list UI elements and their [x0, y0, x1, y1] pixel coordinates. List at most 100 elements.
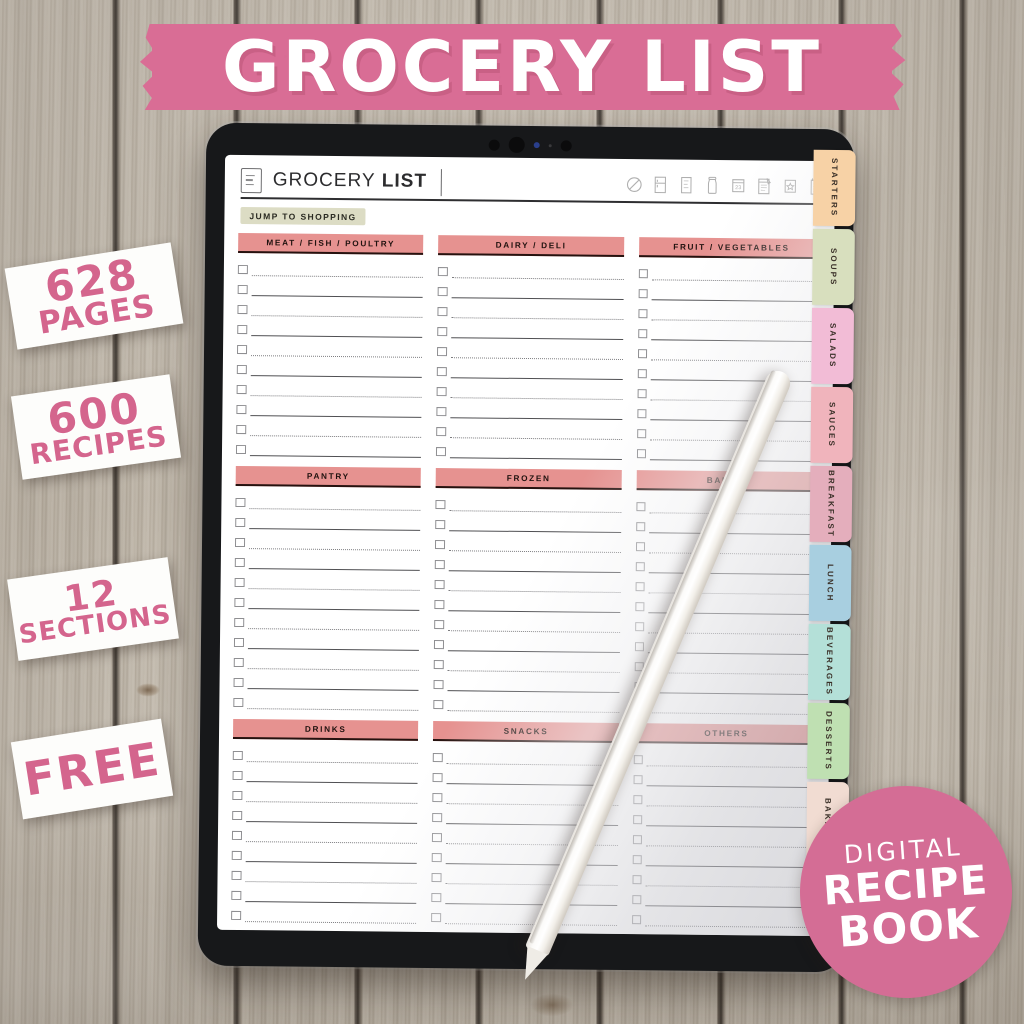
row-checkbox[interactable] — [631, 914, 642, 925]
grocery-row[interactable] — [633, 746, 819, 769]
grocery-row[interactable] — [633, 766, 819, 789]
grocery-row[interactable] — [431, 924, 617, 937]
grocery-row[interactable] — [632, 826, 819, 849]
row-checkbox[interactable] — [635, 561, 646, 572]
row-checkbox[interactable] — [434, 639, 444, 650]
row-checkbox[interactable] — [632, 814, 643, 825]
grocery-row[interactable] — [635, 533, 822, 556]
grocery-row[interactable] — [436, 418, 622, 440]
grocery-row[interactable] — [437, 338, 623, 361]
grocery-row[interactable] — [637, 340, 824, 363]
grocery-row[interactable] — [436, 398, 623, 420]
sidebar-tab-soups[interactable]: SOUPS — [812, 228, 855, 306]
grocery-row[interactable] — [234, 569, 421, 591]
sidebar-tab-beverages[interactable]: BEVERAGES — [807, 623, 851, 701]
grocery-row[interactable] — [437, 318, 624, 341]
row-checkbox[interactable] — [237, 344, 247, 355]
grocery-row[interactable] — [632, 846, 818, 869]
fridge-icon[interactable] — [652, 174, 669, 195]
row-checkbox[interactable] — [434, 659, 444, 670]
row-checkbox[interactable] — [633, 774, 643, 785]
row-checkbox[interactable] — [434, 579, 445, 590]
row-checkbox[interactable] — [237, 284, 248, 295]
notes-icon[interactable] — [678, 174, 695, 195]
row-checkbox[interactable] — [635, 581, 645, 592]
grocery-row[interactable] — [635, 573, 821, 596]
row-checkbox[interactable] — [232, 750, 243, 761]
grocery-row[interactable] — [236, 376, 423, 398]
row-checkbox[interactable] — [636, 501, 646, 512]
grocery-row[interactable] — [434, 651, 620, 673]
row-checkbox[interactable] — [634, 601, 645, 612]
grocery-row[interactable] — [435, 551, 621, 573]
row-checkbox[interactable] — [632, 874, 642, 885]
grocery-row[interactable] — [635, 553, 821, 576]
grocery-row[interactable] — [234, 549, 421, 571]
grocery-row[interactable] — [231, 882, 417, 904]
row-checkbox[interactable] — [638, 288, 648, 299]
grocery-row[interactable] — [236, 416, 422, 438]
row-write-line[interactable] — [246, 708, 419, 711]
row-checkbox[interactable] — [432, 832, 442, 843]
row-checkbox[interactable] — [637, 328, 648, 339]
grocery-row[interactable] — [232, 762, 419, 784]
row-checkbox[interactable] — [234, 577, 245, 588]
grocery-row[interactable] — [233, 689, 419, 711]
grocery-row[interactable] — [232, 742, 419, 764]
row-checkbox[interactable] — [237, 324, 247, 335]
grocery-row[interactable] — [237, 316, 423, 338]
row-checkbox[interactable] — [436, 426, 447, 437]
row-write-line[interactable] — [249, 455, 422, 458]
row-checkbox[interactable] — [433, 699, 444, 710]
row-checkbox[interactable] — [635, 521, 646, 532]
grocery-row[interactable] — [233, 669, 420, 691]
grocery-row[interactable] — [231, 862, 417, 884]
row-checkbox[interactable] — [237, 304, 248, 315]
row-checkbox[interactable] — [236, 384, 247, 395]
grocery-row[interactable] — [433, 691, 620, 713]
row-checkbox[interactable] — [435, 519, 446, 530]
grocery-row[interactable] — [237, 336, 423, 358]
grocery-row[interactable] — [237, 296, 423, 318]
grocery-row[interactable] — [436, 438, 622, 460]
row-checkbox[interactable] — [236, 404, 246, 415]
grocery-row[interactable] — [232, 802, 418, 824]
grocery-row[interactable] — [436, 378, 623, 400]
row-checkbox[interactable] — [634, 621, 645, 632]
row-checkbox[interactable] — [635, 541, 646, 552]
grocery-row[interactable] — [437, 298, 624, 321]
grocery-row[interactable] — [637, 380, 823, 403]
row-write-line[interactable] — [647, 712, 820, 716]
grocery-row[interactable] — [432, 764, 619, 786]
row-checkbox[interactable] — [231, 910, 241, 921]
grocery-row[interactable] — [235, 436, 422, 458]
sidebar-tab-breakfast[interactable]: BREAKFAST — [809, 465, 853, 543]
grocery-row[interactable] — [232, 782, 418, 804]
row-checkbox[interactable] — [637, 368, 648, 379]
row-checkbox[interactable] — [435, 539, 445, 550]
grocery-row[interactable] — [435, 511, 621, 533]
row-checkbox[interactable] — [431, 872, 442, 883]
recipe-card-icon[interactable] — [756, 175, 773, 196]
row-checkbox[interactable] — [636, 448, 647, 459]
row-checkbox[interactable] — [634, 641, 645, 652]
row-checkbox[interactable] — [632, 794, 643, 805]
grocery-row[interactable] — [230, 922, 417, 937]
grocery-row[interactable] — [435, 491, 622, 513]
row-checkbox[interactable] — [432, 792, 443, 803]
row-checkbox[interactable] — [638, 268, 649, 279]
row-write-line[interactable] — [449, 457, 622, 460]
row-checkbox[interactable] — [435, 499, 446, 510]
grocery-row[interactable] — [236, 356, 423, 378]
sidebar-tab-desserts[interactable]: DESSERTS — [807, 702, 850, 780]
row-checkbox[interactable] — [637, 408, 647, 419]
grocery-row[interactable] — [634, 593, 821, 616]
row-checkbox[interactable] — [234, 597, 244, 608]
row-checkbox[interactable] — [233, 657, 244, 668]
grocery-row[interactable] — [631, 926, 817, 937]
row-checkbox[interactable] — [236, 424, 246, 435]
row-checkbox[interactable] — [637, 388, 647, 399]
grocery-row[interactable] — [434, 631, 620, 653]
grocery-row[interactable] — [638, 280, 824, 303]
row-checkbox[interactable] — [434, 599, 445, 610]
